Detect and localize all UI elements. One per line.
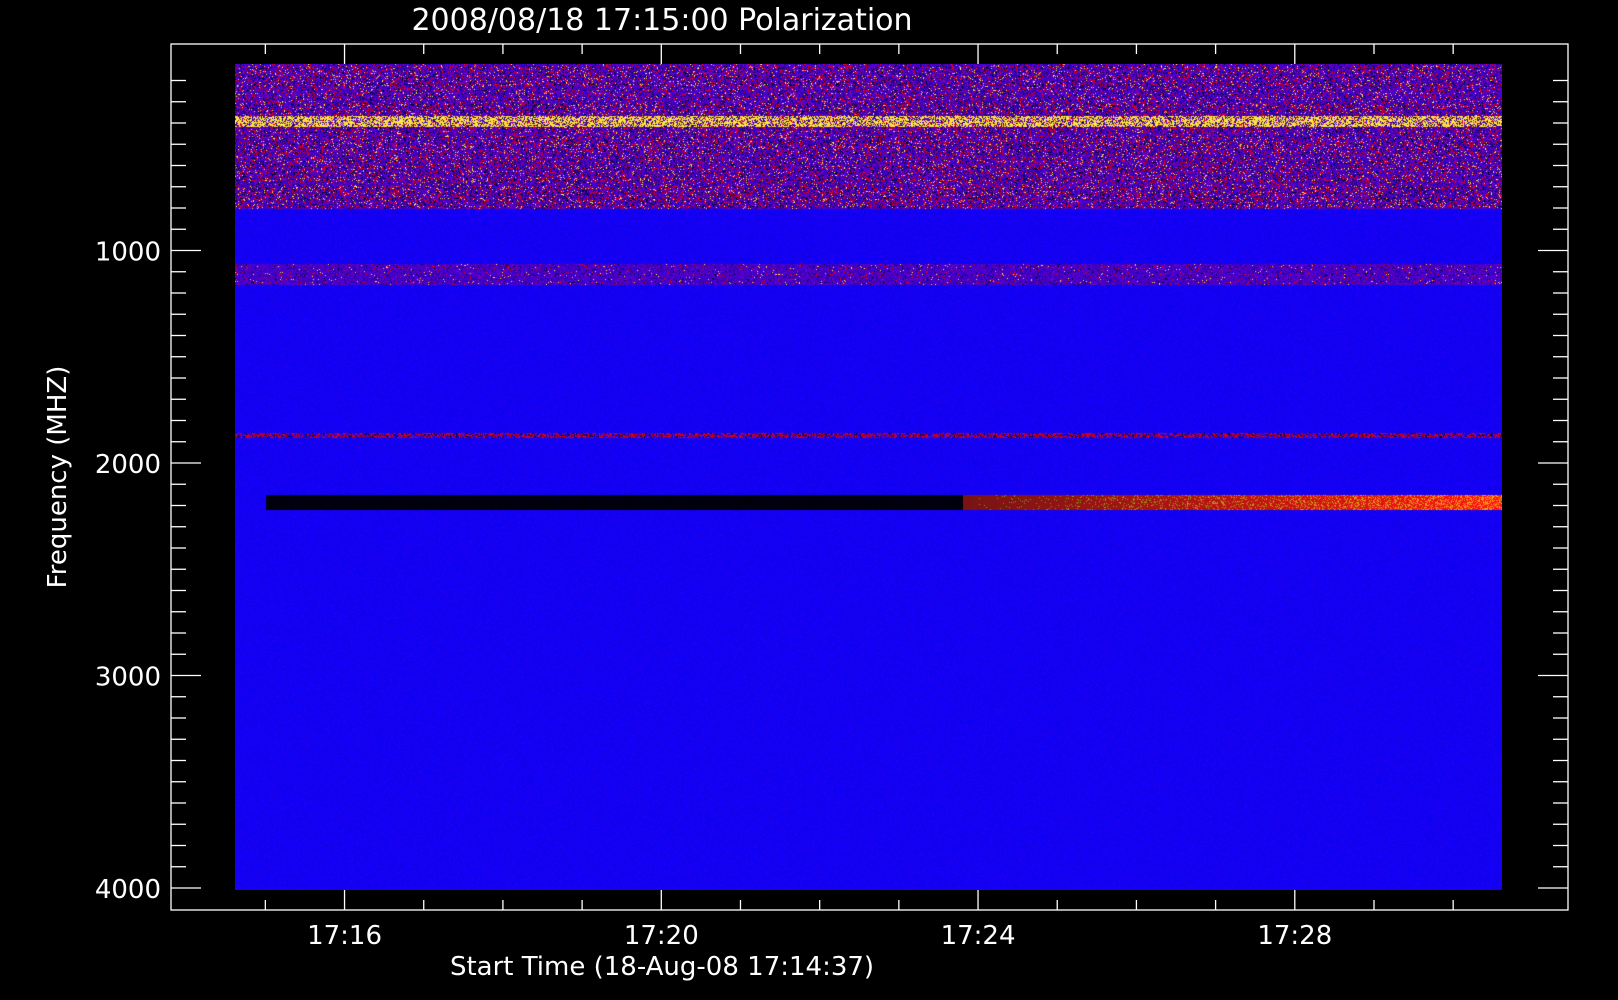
x-tick-label: 17:24: [941, 921, 1016, 951]
spectrogram-image: [235, 64, 1502, 890]
x-tick-label: 17:20: [624, 921, 699, 951]
y-tick-label: 1000: [95, 238, 161, 268]
y-tick-label: 3000: [95, 663, 161, 693]
x-tick-label: 17:16: [307, 921, 382, 951]
x-axis-label: Start Time (18-Aug-08 17:14:37): [450, 952, 874, 982]
chart-title: 2008/08/18 17:15:00 Polarization: [411, 3, 912, 38]
y-axis-label: Frequency (MHZ): [43, 366, 73, 589]
y-tick-label: 2000: [95, 450, 161, 480]
y-tick-label: 4000: [95, 875, 161, 905]
x-tick-label: 17:28: [1257, 921, 1332, 951]
